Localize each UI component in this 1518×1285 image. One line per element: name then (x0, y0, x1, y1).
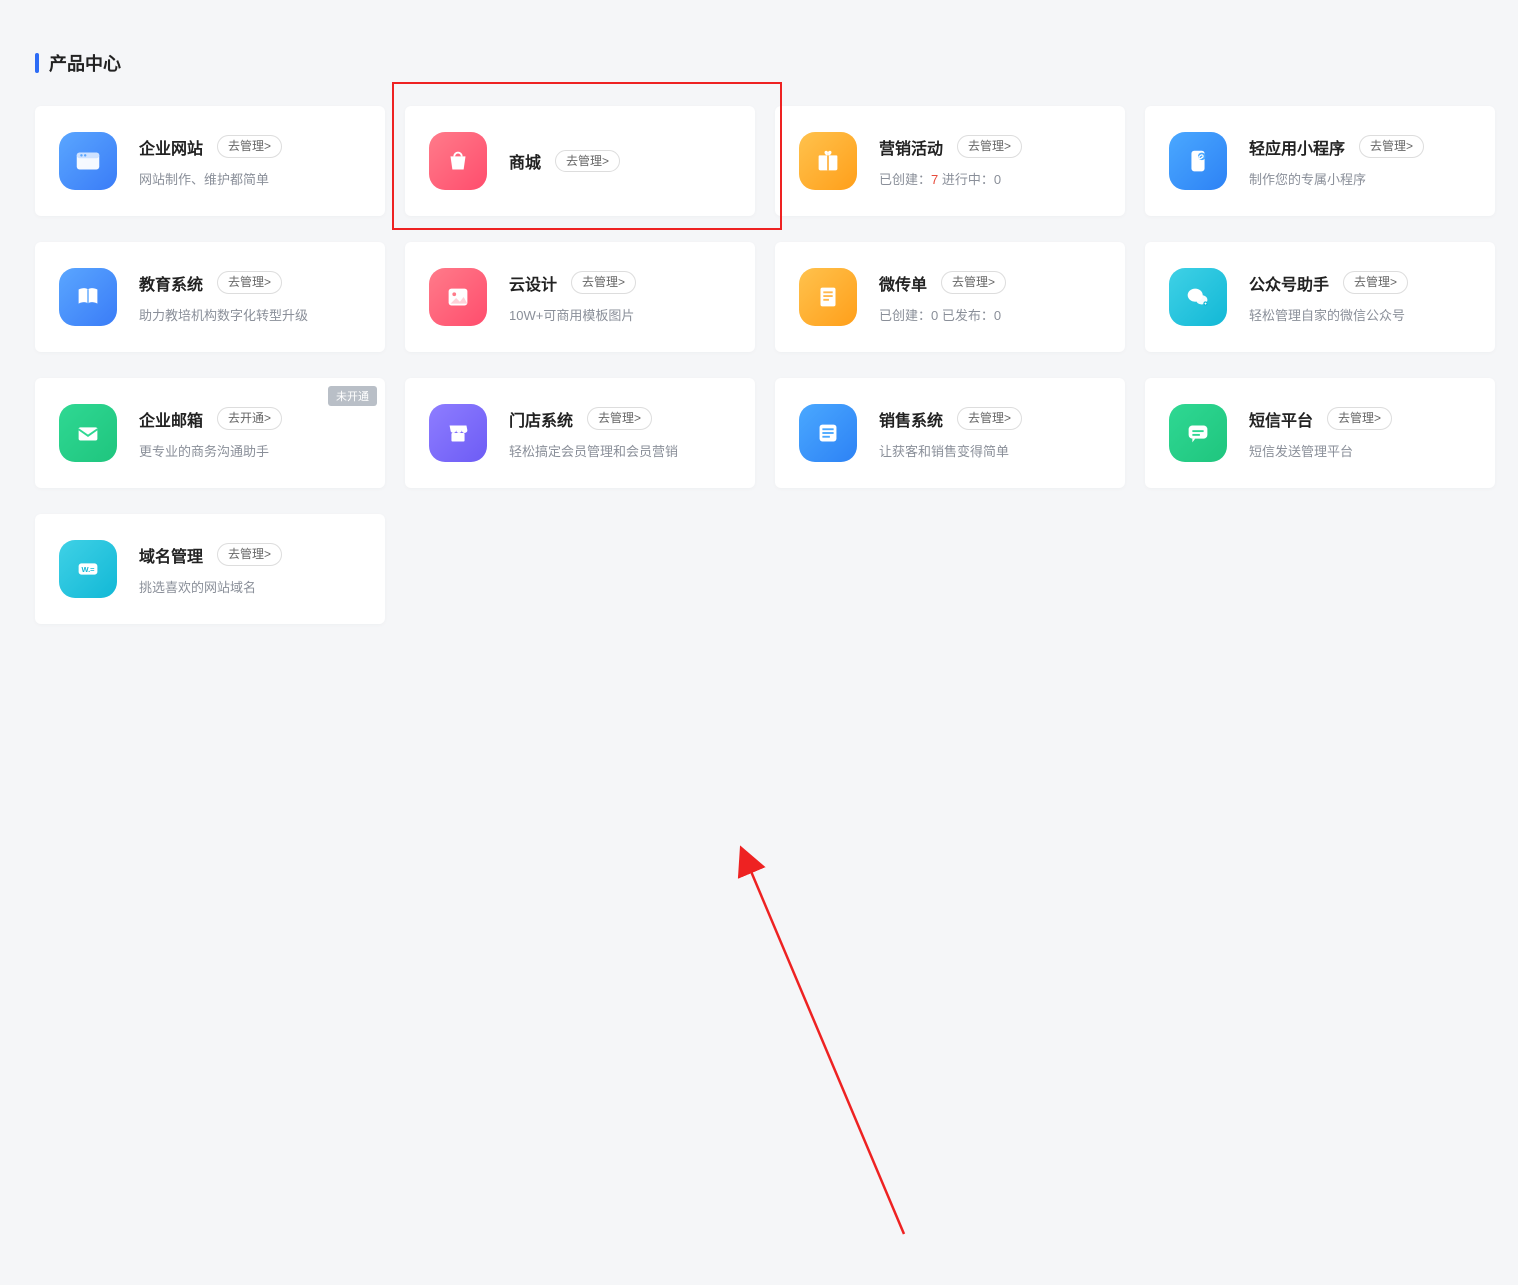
card-desc: 网站制作、维护都简单 (139, 169, 361, 188)
manage-button[interactable]: 去管理> (957, 135, 1022, 157)
open-button[interactable]: 去开通> (217, 407, 282, 429)
card-desc: 更专业的商务沟通助手 (139, 441, 361, 460)
card-title: 短信平台 (1249, 407, 1313, 431)
card-desc: 制作您的专属小程序 (1249, 169, 1471, 188)
product-card-sales[interactable]: 销售系统 去管理> 让获客和销售变得简单 (775, 378, 1125, 488)
manage-button[interactable]: 去管理> (587, 407, 652, 429)
section-title: 产品中心 (49, 50, 121, 76)
product-card-domain[interactable]: W.= 域名管理 去管理> 挑选喜欢的网站域名 (35, 514, 385, 624)
manage-button[interactable]: 去管理> (1327, 407, 1392, 429)
card-title: 门店系统 (509, 407, 573, 431)
product-card-flyer[interactable]: 微传单 去管理> 已创建：0 已发布：0 (775, 242, 1125, 352)
card-desc: 让获客和销售变得简单 (879, 441, 1101, 460)
product-card-mail[interactable]: 未开通 企业邮箱 去开通> 更专业的商务沟通助手 (35, 378, 385, 488)
manage-button[interactable]: 去管理> (1343, 271, 1408, 293)
chat-icon (1169, 404, 1227, 462)
manage-button[interactable]: 去管理> (941, 271, 1006, 293)
window-icon (59, 132, 117, 190)
stat-value: 0 (994, 172, 1001, 187)
manage-button[interactable]: 去管理> (571, 271, 636, 293)
flyer-icon (799, 268, 857, 326)
store-icon (429, 404, 487, 462)
card-desc: 助力教培机构数字化转型升级 (139, 305, 361, 324)
status-badge: 未开通 (328, 386, 377, 406)
card-title: 教育系统 (139, 271, 203, 295)
image-icon (429, 268, 487, 326)
product-card-edu[interactable]: 教育系统 去管理> 助力教培机构数字化转型升级 (35, 242, 385, 352)
card-desc: 轻松搞定会员管理和会员营销 (509, 441, 731, 460)
stat-label: 已创建： (879, 172, 931, 187)
annotation-arrow (0, 624, 1518, 1285)
card-title: 公众号助手 (1249, 271, 1329, 295)
product-card-mall[interactable]: 商城 去管理> (405, 106, 755, 216)
manage-button[interactable]: 去管理> (957, 407, 1022, 429)
manage-button[interactable]: 去管理> (1359, 135, 1424, 157)
stat-value: 0 (994, 308, 1001, 323)
product-card-site[interactable]: 企业网站 去管理> 网站制作、维护都简单 (35, 106, 385, 216)
card-title: 域名管理 (139, 543, 203, 567)
wechat-icon (1169, 268, 1227, 326)
product-card-mp[interactable]: 公众号助手 去管理> 轻松管理自家的微信公众号 (1145, 242, 1495, 352)
miniapp-icon (1169, 132, 1227, 190)
product-card-miniapp[interactable]: 轻应用小程序 去管理> 制作您的专属小程序 (1145, 106, 1495, 216)
card-title: 企业网站 (139, 135, 203, 159)
product-card-store[interactable]: 门店系统 去管理> 轻松搞定会员管理和会员营销 (405, 378, 755, 488)
card-desc: 短信发送管理平台 (1249, 441, 1471, 460)
card-desc: 挑选喜欢的网站域名 (139, 577, 361, 596)
card-title: 商城 (509, 149, 541, 173)
section-header: 产品中心 (35, 50, 1483, 76)
card-title: 企业邮箱 (139, 407, 203, 431)
card-desc: 已创建：7 进行中：0 (879, 169, 1101, 188)
book-icon (59, 268, 117, 326)
stat-label: 进行中： (938, 172, 994, 187)
title-accent-bar (35, 53, 39, 73)
manage-button[interactable]: 去管理> (217, 543, 282, 565)
product-card-design[interactable]: 云设计 去管理> 10W+可商用模板图片 (405, 242, 755, 352)
svg-text:W.=: W.= (81, 565, 95, 574)
product-grid: 企业网站 去管理> 网站制作、维护都简单 商城 去管理> (35, 106, 1483, 624)
gift-icon (799, 132, 857, 190)
card-desc: 10W+可商用模板图片 (509, 305, 731, 324)
product-card-promo[interactable]: 营销活动 去管理> 已创建：7 进行中：0 (775, 106, 1125, 216)
domain-icon: W.= (59, 540, 117, 598)
shopping-bag-icon (429, 132, 487, 190)
card-title: 营销活动 (879, 135, 943, 159)
card-title: 销售系统 (879, 407, 943, 431)
stat-label: 已创建： (879, 308, 931, 323)
stat-label: 已发布： (938, 308, 994, 323)
manage-button[interactable]: 去管理> (555, 150, 620, 172)
manage-button[interactable]: 去管理> (217, 271, 282, 293)
manage-button[interactable]: 去管理> (217, 135, 282, 157)
card-title: 轻应用小程序 (1249, 135, 1345, 159)
card-title: 云设计 (509, 271, 557, 295)
list-icon (799, 404, 857, 462)
card-desc: 已创建：0 已发布：0 (879, 305, 1101, 324)
card-title: 微传单 (879, 271, 927, 295)
card-desc: 轻松管理自家的微信公众号 (1249, 305, 1471, 324)
product-card-sms[interactable]: 短信平台 去管理> 短信发送管理平台 (1145, 378, 1495, 488)
envelope-icon (59, 404, 117, 462)
